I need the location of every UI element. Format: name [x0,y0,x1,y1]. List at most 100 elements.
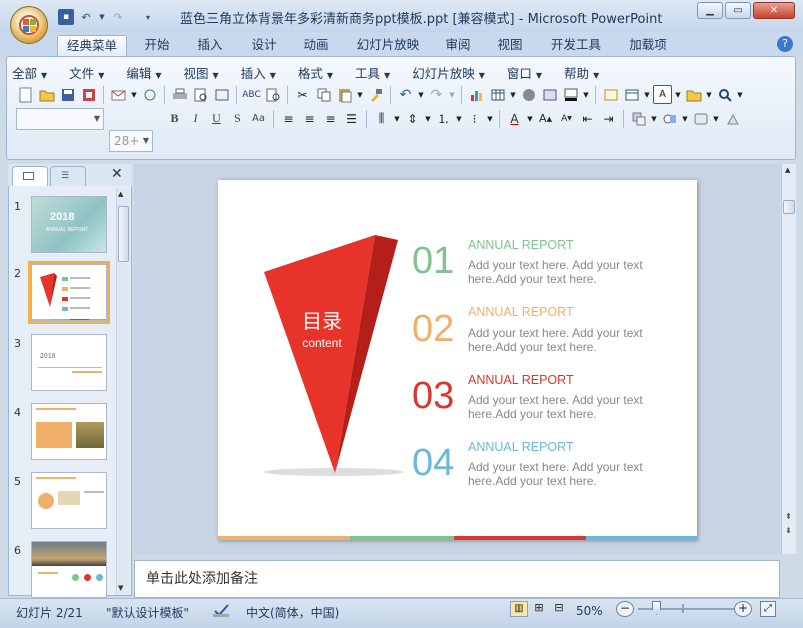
paste-dropdown-icon[interactable]: ▼ [356,85,364,104]
insert-picture-icon[interactable] [540,85,559,104]
tab-insert[interactable]: 插入 [192,35,228,56]
align-center-icon[interactable]: ≡ [300,109,319,128]
folder-dropdown-icon[interactable]: ▼ [705,85,713,104]
spelling-icon[interactable]: ABC [242,85,261,104]
shapes-dropdown-icon[interactable]: ▼ [681,109,689,128]
increase-indent-icon[interactable]: ⇥ [599,109,618,128]
fill-color-icon[interactable] [561,85,580,104]
slide-thumbnail-4[interactable] [31,403,107,460]
cut-icon[interactable]: ✂ [293,85,312,104]
insert-clipart-icon[interactable] [519,85,538,104]
slide-thumbnail-5[interactable] [31,472,107,529]
menu-edit[interactable]: 编辑 ▼ [126,63,161,82]
undo-dropdown-icon[interactable]: ▼ [417,85,425,104]
find-icon[interactable] [715,85,734,104]
increase-font-icon[interactable]: A ▲ [536,109,555,128]
theme-status[interactable]: "默认设计模板" [106,604,189,621]
zoom-level[interactable]: 50% [576,604,603,618]
undo-icon[interactable]: ↶ [396,85,415,104]
arrange-dropdown-icon[interactable]: ▼ [650,109,658,128]
slide-thumbnail-3[interactable]: 2018 [31,334,107,391]
close-panel-icon[interactable]: ✕ [111,166,123,182]
slideshow-view-icon[interactable]: ⊟ [550,601,568,617]
menu-all[interactable]: 全部 ▼ [12,63,47,82]
previous-slide-icon[interactable]: ⇞ [785,512,792,521]
numbering-icon[interactable]: ⒈ [434,109,453,128]
tab-design[interactable]: 设计 [246,35,282,56]
line-spacing-icon[interactable]: ⇕ [403,109,422,128]
spell-check-icon[interactable] [212,602,232,618]
menu-slideshow[interactable]: 幻灯片放映 ▼ [412,63,485,82]
permission-icon[interactable] [79,85,98,104]
save-icon[interactable]: ▪ [58,9,74,25]
tab-home[interactable]: 开始 [138,35,176,56]
undo-dropdown-icon[interactable]: ▼ [98,9,106,25]
research-icon[interactable] [263,85,282,104]
slide-sorter-icon[interactable]: ⊞ [530,601,548,617]
format-painter-icon[interactable] [366,85,385,104]
text-direction-dropdown-icon[interactable]: ▼ [393,109,401,128]
font-color-dropdown-icon[interactable]: ▼ [526,109,534,128]
font-color-icon[interactable]: Aa [249,109,268,128]
help-icon[interactable]: ? [777,36,793,52]
redo-icon[interactable]: ↷ [427,85,446,104]
font-color-a-icon[interactable]: A [505,109,524,128]
tab-classic-menu[interactable]: 经典菜单 [57,35,127,56]
font-name-combo[interactable]: ▼ [16,108,104,130]
layout-icon[interactable] [622,85,641,104]
menu-help[interactable]: 帮助 ▼ [564,63,599,82]
bold-icon[interactable]: B [165,109,184,128]
insert-chart-icon[interactable] [467,85,486,104]
menu-format[interactable]: 格式 ▼ [298,63,333,82]
panel-scrollbar[interactable]: ▲ ▼ [116,188,130,594]
table-dropdown-icon[interactable]: ▼ [509,85,517,104]
layout-dropdown-icon[interactable]: ▼ [643,85,651,104]
text-box-icon[interactable]: A [653,85,672,104]
align-right-icon[interactable]: ≡ [321,109,340,128]
office-button[interactable] [10,6,48,44]
shape-fill-icon[interactable] [722,109,741,128]
decrease-font-icon[interactable]: A ▼ [557,109,576,128]
decrease-indent-icon[interactable]: ⇤ [578,109,597,128]
fit-to-window-icon[interactable]: ⤢ [760,601,776,617]
zoom-in-icon[interactable]: + [734,601,752,617]
maximize-button[interactable]: ▭ [725,2,751,19]
notes-placeholder[interactable]: 单击此处添加备注 [146,568,258,588]
next-slide-icon[interactable]: ⇟ [785,526,792,535]
bullets-icon[interactable]: ⁝ [465,109,484,128]
redo-icon[interactable]: ↷ [110,9,126,25]
slide-scroll-thumb[interactable] [783,200,795,214]
tab-animation[interactable]: 动画 [298,35,334,56]
new-file-icon[interactable] [16,85,35,104]
menu-insert[interactable]: 插入 ▼ [241,63,276,82]
print-preview-icon[interactable] [191,85,210,104]
tab-view[interactable]: 视图 [492,35,528,56]
menu-file[interactable]: 文件 ▼ [69,63,104,82]
print-icon[interactable] [170,85,189,104]
shadow-icon[interactable]: S [228,109,247,128]
find-dropdown-icon[interactable]: ▼ [736,85,744,104]
normal-view-icon[interactable]: ▥ [510,601,528,617]
current-slide[interactable]: 目录 content 01 ANNUAL REPORT Add your tex… [218,180,697,540]
open-folder-icon[interactable] [37,85,56,104]
customize-qat-icon[interactable]: ▾ [140,9,156,25]
zoom-out-icon[interactable]: − [616,601,634,617]
font-size-combo[interactable]: 28+ ▼ [109,130,153,152]
email-dropdown-icon[interactable]: ▼ [130,85,138,104]
align-left-icon[interactable]: ≡ [279,109,298,128]
paste-icon[interactable] [335,85,354,104]
outline-tab[interactable]: ☰ [50,166,86,186]
attach-icon[interactable] [140,85,159,104]
tab-review[interactable]: 审阅 [440,35,476,56]
undo-icon[interactable]: ↶ [78,9,94,25]
save-icon[interactable] [58,85,77,104]
new-slide-icon[interactable] [601,85,620,104]
slide-thumbnail-1[interactable]: 2018 ANNUAL REPORT [31,196,107,253]
text-box-dropdown-icon[interactable]: ▼ [674,85,682,104]
tab-slideshow[interactable]: 幻灯片放映 [352,35,424,56]
shapes-icon[interactable] [660,109,679,128]
justify-icon[interactable]: ☰ [342,109,361,128]
slides-tab[interactable] [12,166,48,186]
slide-thumbnail-2[interactable] [31,264,107,321]
redo-dropdown-icon[interactable]: ▼ [448,85,456,104]
